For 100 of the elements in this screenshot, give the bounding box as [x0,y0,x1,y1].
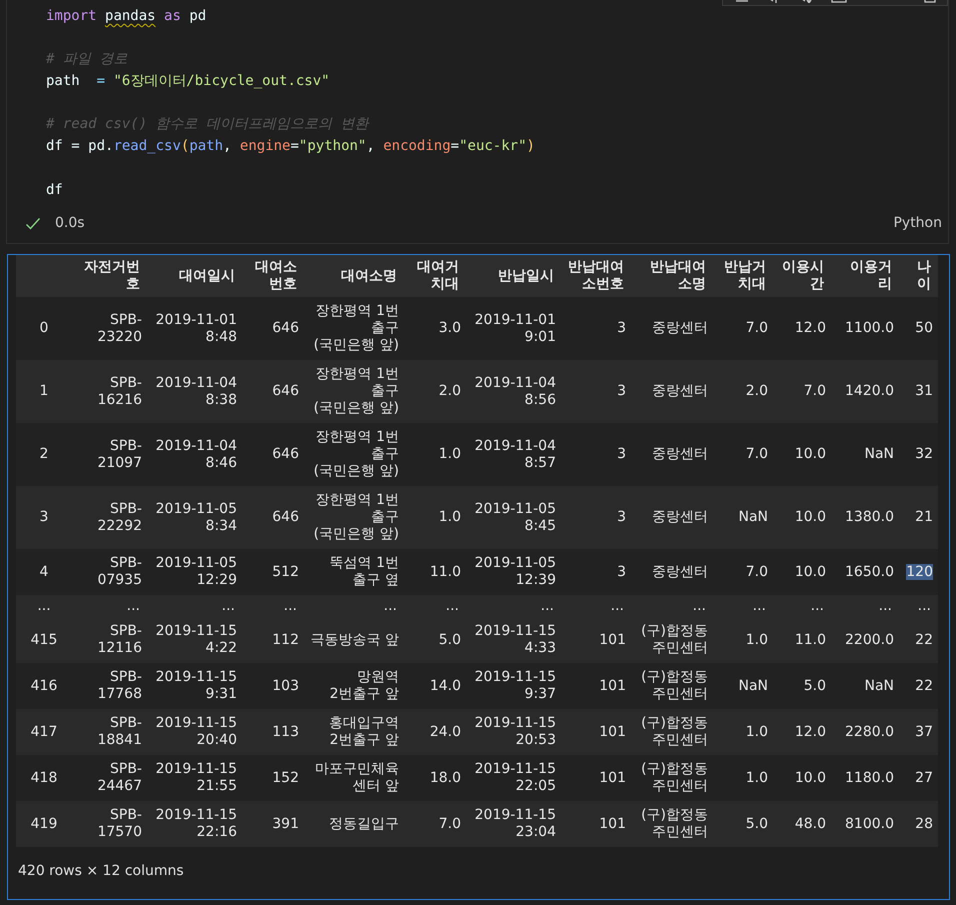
table-cell: NaN [713,486,773,549]
table-cell: 2019-11-01 9:01 [466,297,561,360]
table-cell: ... [713,595,773,617]
column-header: 반납거치대 [713,255,773,297]
table-cell: 2019-11-15 4:33 [466,617,561,663]
table-cell: 21 [899,486,938,549]
table-cell: 646 [242,486,304,549]
column-header: 대여거치대 [404,255,466,297]
table-cell: 2019-11-15 20:53 [466,709,561,755]
table-cell: 2019-11-04 8:57 [466,423,561,486]
row-index: 419 [16,801,72,847]
code-line: df = pd.read_csv(path, engine="python", encoding="euc-kr") [46,137,535,156]
table-cell: SPB-07935 [72,549,147,595]
table-cell: 2019-11-04 8:46 [147,423,242,486]
table-cell: SPB-17768 [72,663,147,709]
table-cell: SPB-21097 [72,423,147,486]
row-index: 4 [16,549,72,595]
table-cell: 2019-11-15 23:04 [466,801,561,847]
table-cell: ... [72,595,147,617]
table-cell: 646 [242,423,304,486]
table-cell: 1180.0 [831,755,899,801]
table-cell: NaN [831,663,899,709]
table-cell: 12.0 [773,297,831,360]
table-cell: ... [147,595,242,617]
table-cell: 10.0 [773,549,831,595]
column-header: 대여소번호 [242,255,304,297]
table-cell: 5.0 [404,617,466,663]
table-cell: 31 [899,360,938,423]
table-cell: 2019-11-05 8:45 [466,486,561,549]
column-header: 대여일시 [147,255,242,297]
code-line: path = "6장데이터/bicycle_out.csv" [46,72,330,92]
table-cell: 14.0 [404,663,466,709]
table-cell: 7.0 [713,297,773,360]
table-cell: (구)합정동 주민센터 [631,663,713,709]
table-cell: 32 [899,423,938,486]
table-cell: 1.0 [404,423,466,486]
table-cell: 1100.0 [831,297,899,360]
table-cell: 113 [242,709,304,755]
table-cell: 1.0 [404,486,466,549]
table-cell: 512 [242,549,304,595]
table-cell: 3 [561,297,631,360]
column-header: 이용시간 [773,255,831,297]
table-cell: 3 [561,423,631,486]
table-cell: ... [466,595,561,617]
table-cell: 장한평역 1번 출구 (국민은행 앞) [304,297,404,360]
table-cell: 27 [899,755,938,801]
table-cell: 103 [242,663,304,709]
table-cell: 11.0 [404,549,466,595]
table-cell: 10.0 [773,486,831,549]
table-cell: ... [773,595,831,617]
table-cell: 1650.0 [831,549,899,595]
table-cell: 2019-11-15 9:37 [466,663,561,709]
table-cell: 101 [561,663,631,709]
table-cell: 1.0 [713,755,773,801]
table-cell: ... [561,595,631,617]
table-cell: 중랑센터 [631,360,713,423]
table-cell: 7.0 [404,801,466,847]
table-cell: 152 [242,755,304,801]
table-cell: 2200.0 [831,617,899,663]
table-cell: SPB-16216 [72,360,147,423]
table-cell: 3 [561,549,631,595]
menu-icon[interactable] [735,0,749,3]
table-cell: 2019-11-15 22:05 [466,755,561,801]
table-cell: 정동길입구 [304,801,404,847]
table-cell: 3 [561,360,631,423]
row-index: ... [16,595,72,617]
table-cell: 18.0 [404,755,466,801]
table-cell: 7.0 [713,423,773,486]
table-cell: 중랑센터 [631,486,713,549]
table-cell: 1.0 [713,709,773,755]
table-cell: ... [899,595,938,617]
table-cell: 2019-11-01 8:48 [147,297,242,360]
table-cell: 2019-11-05 12:29 [147,549,242,595]
column-header: 자전거번호 [72,255,147,297]
table-cell: ... [631,595,713,617]
table-cell: 2.0 [404,360,466,423]
code-line: df [46,180,63,200]
column-header: 반납일시 [466,255,561,297]
table-cell: 11.0 [773,617,831,663]
table-cell: 24.0 [404,709,466,755]
row-index: 1 [16,360,72,423]
code-line: import pandas as pd [46,7,206,26]
table-cell: 3 [561,486,631,549]
table-cell: 2.0 [713,360,773,423]
table-cell: 마포구민체육센터 앞 [304,755,404,801]
table-cell: 101 [561,755,631,801]
table-cell: 1420.0 [831,360,899,423]
table-cell: SPB-23220 [72,297,147,360]
table-cell: SPB-24467 [72,755,147,801]
column-header: 대여소명 [304,255,404,297]
table-cell: 120 [899,549,938,595]
table-cell: 2280.0 [831,709,899,755]
table-cell: 2019-11-15 22:16 [147,801,242,847]
table-cell: ... [242,595,304,617]
table-cell: (구)합정동 주민센터 [631,801,713,847]
table-cell: 112 [242,617,304,663]
table-cell: 장한평역 1번 출구 (국민은행 앞) [304,423,404,486]
language-label[interactable]: Python [893,213,942,234]
table-cell: SPB-12116 [72,617,147,663]
table-cell: 8100.0 [831,801,899,847]
